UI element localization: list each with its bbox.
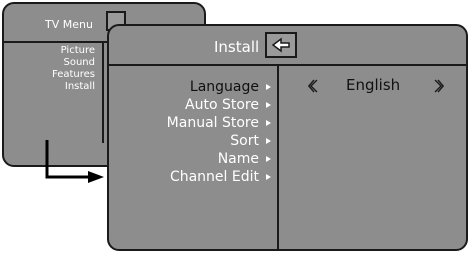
triangle-right-icon xyxy=(266,84,271,90)
tv-menu-item-install[interactable]: Install xyxy=(4,81,100,92)
install-item-label: Auto Store xyxy=(185,97,259,113)
tv-menu-title: TV Menu xyxy=(45,18,93,31)
install-item-label: Sort xyxy=(230,133,259,149)
tv-menu-column-divider xyxy=(102,42,104,143)
triangle-right-icon xyxy=(266,156,271,162)
install-menu-divider xyxy=(109,64,466,66)
tv-menu-item-sound[interactable]: Sound xyxy=(4,57,100,68)
install-item-sort[interactable]: Sort xyxy=(109,132,275,150)
install-item-label: Name xyxy=(217,151,259,167)
double-chevron-left-icon[interactable] xyxy=(307,78,318,93)
triangle-right-icon xyxy=(266,138,271,144)
install-document-icon xyxy=(265,32,297,58)
triangle-right-icon xyxy=(266,120,271,126)
install-item-label: Manual Store xyxy=(166,115,259,131)
triangle-right-icon xyxy=(266,174,271,180)
install-item-name[interactable]: Name xyxy=(109,150,275,168)
install-item-label: Channel Edit xyxy=(169,169,259,185)
install-menu-title: Install xyxy=(214,38,260,56)
install-item-language[interactable]: Language xyxy=(109,78,275,96)
install-menu-panel: Install Language Auto Store Manual Store… xyxy=(107,24,468,251)
install-item-manual-store[interactable]: Manual Store xyxy=(109,114,275,132)
double-chevron-right-icon[interactable] xyxy=(434,78,445,93)
tv-menu-item-features[interactable]: Features xyxy=(4,69,100,80)
tv-menu-item-picture[interactable]: Picture xyxy=(4,45,100,56)
install-menu-column-divider xyxy=(277,66,279,249)
triangle-right-icon xyxy=(266,102,271,108)
language-value: English xyxy=(346,76,401,94)
install-item-label: Language xyxy=(189,79,259,95)
install-item-auto-store[interactable]: Auto Store xyxy=(109,96,275,114)
install-item-channel-edit[interactable]: Channel Edit xyxy=(109,168,275,186)
